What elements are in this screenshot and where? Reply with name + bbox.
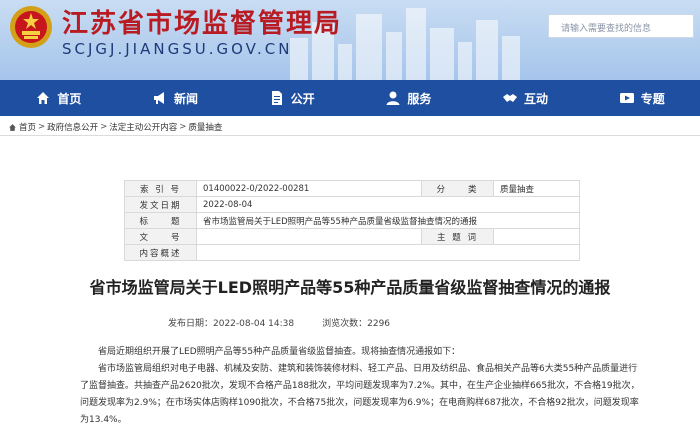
site-title: 江苏省市场监督管理局 bbox=[62, 9, 343, 39]
nav-item-public[interactable]: 公开 bbox=[233, 80, 350, 116]
nav-label: 互动 bbox=[524, 91, 549, 106]
video-icon bbox=[619, 93, 634, 103]
meta-label: 分 类 bbox=[421, 180, 494, 197]
metadata-table: 索 引 号 01400022-0/2022-00281 分 类 质量抽查 发文日… bbox=[124, 180, 580, 261]
home-icon bbox=[37, 92, 50, 104]
divider bbox=[0, 135, 700, 136]
breadcrumb-quality-check[interactable]: 质量抽查 bbox=[188, 121, 222, 133]
nav-label: 新闻 bbox=[174, 91, 199, 106]
paragraph: 省市场监管局组织对电子电器、机械及安防、建筑和装饰装修材料、轻工产品、日用及纺织… bbox=[80, 364, 640, 425]
meta-label: 索 引 号 bbox=[124, 180, 197, 197]
meta-value bbox=[196, 228, 422, 245]
meta-label: 内容概述 bbox=[124, 244, 197, 261]
meta-value: 01400022-0/2022-00281 bbox=[196, 180, 422, 197]
nav-item-service[interactable]: 服务 bbox=[350, 80, 467, 116]
nav-item-home[interactable]: 首页 bbox=[0, 80, 117, 116]
article-title: 省市场监管局关于LED照明产品等55种产品质量省级监督抽查情况的通报 bbox=[89, 278, 611, 297]
handshake-icon bbox=[503, 94, 518, 102]
home-icon bbox=[9, 123, 16, 131]
meta-value bbox=[196, 244, 580, 261]
nav-label: 公开 bbox=[290, 91, 315, 106]
meta-label: 文 号 bbox=[124, 228, 197, 245]
breadcrumb-home[interactable]: 首页 bbox=[19, 121, 36, 133]
meta-label: 发文日期 bbox=[124, 196, 197, 213]
nav-item-interact[interactable]: 互动 bbox=[467, 80, 584, 116]
meta-label: 主 题 词 bbox=[421, 228, 494, 245]
meta-value: 2022-08-04 bbox=[196, 196, 580, 213]
meta-value: 质量抽查 bbox=[493, 180, 580, 197]
breadcrumb-statutory[interactable]: 法定主动公开内容 bbox=[109, 121, 177, 133]
main-nav: 首页 新闻 公开 服务 互动 专题 bbox=[0, 80, 700, 116]
breadcrumb-gov-info[interactable]: 政府信息公开 bbox=[47, 121, 98, 133]
nav-item-news[interactable]: 新闻 bbox=[117, 80, 234, 116]
service-icon bbox=[386, 91, 400, 105]
national-emblem-icon bbox=[10, 6, 52, 48]
nav-item-topic[interactable]: 专题 bbox=[583, 80, 700, 116]
article-body: 省局近期组织开展了LED照明产品等55种产品质量省级监督抽查。现将抽查情况通报如… bbox=[80, 344, 640, 429]
document-icon bbox=[271, 91, 282, 105]
view-count: 浏览次数：2296 bbox=[322, 319, 391, 329]
breadcrumb: 首页 > 政府信息公开 > 法定主动公开内容 > 质量抽查 bbox=[8, 121, 222, 133]
meta-value: 省市场监管局关于LED照明产品等55种产品质量省级监督抽查情况的通报 bbox=[196, 212, 580, 229]
nav-label: 首页 bbox=[57, 91, 82, 106]
nav-label: 服务 bbox=[407, 91, 432, 106]
site-header: 江苏省市场监督管理局 SCJGJ.JIANGSU.GOV.CN 请输入需要查找的… bbox=[0, 0, 700, 80]
publish-info: 发布日期：2022-08-04 14:38 浏览次数：2296 bbox=[168, 316, 390, 329]
search-input[interactable]: 请输入需要查找的信息 bbox=[548, 14, 694, 38]
site-domain: SCJGJ.JIANGSU.GOV.CN bbox=[62, 40, 293, 58]
publish-date: 发布日期：2022-08-04 14:38 bbox=[168, 319, 295, 329]
meta-label: 标 题 bbox=[124, 212, 197, 229]
paragraph: 省局近期组织开展了LED照明产品等55种产品质量省级监督抽查。现将抽查情况通报如… bbox=[98, 347, 461, 357]
meta-value bbox=[493, 228, 580, 245]
megaphone-icon bbox=[154, 92, 164, 104]
nav-label: 专题 bbox=[640, 91, 665, 106]
